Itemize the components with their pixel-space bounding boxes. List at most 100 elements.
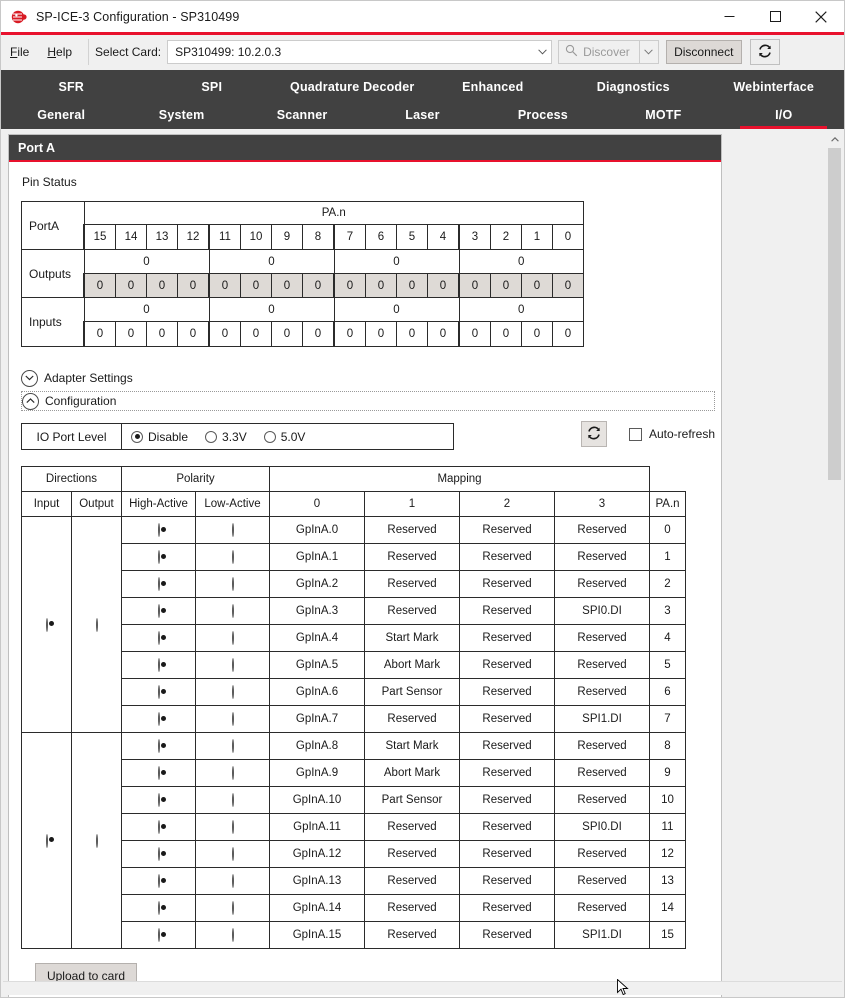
mapping-option-cell[interactable]: GpInA.4 xyxy=(269,624,365,652)
radio-high-active[interactable] xyxy=(157,901,160,915)
radio-low-active[interactable] xyxy=(231,874,234,888)
mapping-option-cell[interactable]: Reserved xyxy=(364,921,460,949)
mapping-option-cell[interactable]: GpInA.13 xyxy=(269,867,365,895)
mapping-option-cell[interactable]: SPI0.DI xyxy=(554,597,650,625)
polarity-low-active-cell[interactable] xyxy=(195,624,270,652)
tab-quadrature-decoder[interactable]: Quadrature Decoder xyxy=(282,72,423,101)
horizontal-scrollbar[interactable] xyxy=(3,981,842,995)
radio-high-active[interactable] xyxy=(157,523,160,537)
select-card-combo[interactable]: SP310499: 10.2.0.3 xyxy=(167,40,553,64)
minimize-button[interactable] xyxy=(706,1,752,32)
mapping-option-cell[interactable]: Start Mark xyxy=(364,624,460,652)
mapping-option-cell[interactable]: Reserved xyxy=(554,678,650,706)
output-pin-value[interactable]: 0 xyxy=(83,273,116,298)
polarity-low-active-cell[interactable] xyxy=(195,867,270,895)
mapping-option-cell[interactable]: Reserved xyxy=(459,921,555,949)
mapping-option-cell[interactable]: GpInA.12 xyxy=(269,840,365,868)
radio-high-active[interactable] xyxy=(157,685,160,699)
polarity-low-active-cell[interactable] xyxy=(195,678,270,706)
mapping-option-cell[interactable]: SPI0.DI xyxy=(554,813,650,841)
polarity-high-active-cell[interactable] xyxy=(121,786,196,814)
polarity-high-active-cell[interactable] xyxy=(121,840,196,868)
polarity-high-active-cell[interactable] xyxy=(121,759,196,787)
tab-scanner[interactable]: Scanner xyxy=(242,101,362,129)
polarity-low-active-cell[interactable] xyxy=(195,759,270,787)
mapping-option-cell[interactable]: Reserved xyxy=(459,894,555,922)
io-level-option-3v3[interactable]: 3.3V xyxy=(205,430,247,444)
tab-sfr[interactable]: SFR xyxy=(1,72,142,101)
polarity-low-active-cell[interactable] xyxy=(195,786,270,814)
mapping-option-cell[interactable]: Part Sensor xyxy=(364,678,460,706)
tab-io[interactable]: I/O xyxy=(724,101,844,129)
discover-button[interactable]: Discover xyxy=(559,41,639,63)
mapping-option-cell[interactable]: Abort Mark xyxy=(364,759,460,787)
toolbar-refresh-button[interactable] xyxy=(749,39,780,65)
menu-file[interactable]: File xyxy=(1,41,38,63)
radio-high-active[interactable] xyxy=(157,577,160,591)
auto-refresh-checkbox[interactable] xyxy=(629,427,642,441)
output-pin-value[interactable]: 0 xyxy=(365,273,397,298)
vertical-scrollbar-thumb[interactable] xyxy=(828,148,841,480)
tab-diagnostics[interactable]: Diagnostics xyxy=(563,72,704,101)
mapping-option-cell[interactable]: GpInA.11 xyxy=(269,813,365,841)
mapping-option-cell[interactable]: Reserved xyxy=(459,840,555,868)
radio-low-active[interactable] xyxy=(231,658,234,672)
output-pin-value[interactable]: 0 xyxy=(302,273,335,298)
mapping-option-cell[interactable]: Abort Mark xyxy=(364,651,460,679)
radio-disable[interactable] xyxy=(131,430,143,443)
configuration-header[interactable]: Configuration xyxy=(21,391,715,411)
mapping-option-cell[interactable]: Reserved xyxy=(554,894,650,922)
polarity-high-active-cell[interactable] xyxy=(121,813,196,841)
direction-output-radio-cell[interactable] xyxy=(71,732,122,949)
radio-low-active[interactable] xyxy=(231,712,234,726)
mapping-option-cell[interactable]: Reserved xyxy=(459,597,555,625)
chevron-down-icon[interactable] xyxy=(21,369,38,387)
mapping-option-cell[interactable]: GpInA.14 xyxy=(269,894,365,922)
polarity-high-active-cell[interactable] xyxy=(121,570,196,598)
radio-direction-input[interactable] xyxy=(45,617,48,632)
polarity-low-active-cell[interactable] xyxy=(195,732,270,760)
polarity-high-active-cell[interactable] xyxy=(121,624,196,652)
mapping-option-cell[interactable]: Reserved xyxy=(364,813,460,841)
scroll-up-arrow-icon[interactable] xyxy=(827,132,842,147)
mapping-option-cell[interactable]: Reserved xyxy=(459,651,555,679)
polarity-low-active-cell[interactable] xyxy=(195,894,270,922)
polarity-high-active-cell[interactable] xyxy=(121,921,196,949)
radio-direction-output[interactable] xyxy=(95,833,98,848)
mapping-option-cell[interactable]: Reserved xyxy=(459,867,555,895)
mapping-option-cell[interactable]: GpInA.3 xyxy=(269,597,365,625)
polarity-high-active-cell[interactable] xyxy=(121,543,196,571)
mapping-option-cell[interactable]: Reserved xyxy=(554,570,650,598)
mapping-option-cell[interactable]: Reserved xyxy=(364,597,460,625)
tab-laser[interactable]: Laser xyxy=(362,101,482,129)
radio-high-active[interactable] xyxy=(157,550,160,564)
direction-input-radio-cell[interactable] xyxy=(21,516,72,733)
mapping-option-cell[interactable]: Reserved xyxy=(554,651,650,679)
mapping-option-cell[interactable]: Reserved xyxy=(459,516,555,544)
menu-help[interactable]: Help xyxy=(38,41,81,63)
mapping-option-cell[interactable]: Reserved xyxy=(554,732,650,760)
radio-low-active[interactable] xyxy=(231,631,234,645)
direction-input-radio-cell[interactable] xyxy=(21,732,72,949)
output-pin-value[interactable]: 0 xyxy=(458,273,491,298)
radio-low-active[interactable] xyxy=(231,739,234,753)
tab-spi[interactable]: SPI xyxy=(142,72,283,101)
polarity-low-active-cell[interactable] xyxy=(195,705,270,733)
tab-webinterface[interactable]: Webinterface xyxy=(704,72,845,101)
mapping-option-cell[interactable]: SPI1.DI xyxy=(554,705,650,733)
radio-low-active[interactable] xyxy=(231,577,234,591)
radio-low-active[interactable] xyxy=(231,766,234,780)
auto-refresh-checkbox-group[interactable]: Auto-refresh xyxy=(629,427,715,441)
mapping-option-cell[interactable]: Reserved xyxy=(459,705,555,733)
polarity-high-active-cell[interactable] xyxy=(121,651,196,679)
adapter-settings-header[interactable]: Adapter Settings xyxy=(21,369,721,387)
mapping-option-cell[interactable]: GpInA.5 xyxy=(269,651,365,679)
vertical-scrollbar[interactable] xyxy=(827,132,842,992)
tab-motf[interactable]: MOTF xyxy=(603,101,723,129)
radio-direction-output[interactable] xyxy=(95,617,98,632)
radio-high-active[interactable] xyxy=(157,847,160,861)
output-pin-value[interactable]: 0 xyxy=(396,273,428,298)
output-pin-value[interactable]: 0 xyxy=(521,273,553,298)
mapping-option-cell[interactable]: Reserved xyxy=(364,867,460,895)
mapping-option-cell[interactable]: Reserved xyxy=(554,759,650,787)
